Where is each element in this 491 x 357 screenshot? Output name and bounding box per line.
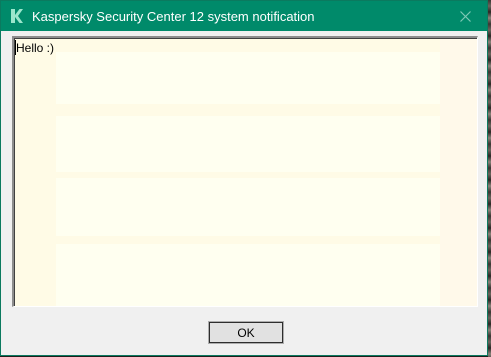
message-panel [56, 244, 440, 306]
message-text-area[interactable]: Hello :) [12, 36, 478, 307]
kaspersky-k-icon [10, 8, 24, 24]
close-button[interactable] [443, 1, 487, 31]
message-side-panel [440, 38, 477, 306]
message-panel [56, 178, 440, 236]
message-panel [56, 116, 440, 172]
message-panel [56, 52, 440, 104]
notification-dialog: Kaspersky Security Center 12 system noti… [0, 0, 488, 356]
ok-button[interactable]: OK [208, 321, 284, 344]
title-bar[interactable]: Kaspersky Security Center 12 system noti… [1, 1, 487, 31]
close-icon [459, 10, 471, 22]
message-text: Hello :) [16, 41, 55, 55]
window-title: Kaspersky Security Center 12 system noti… [32, 9, 315, 24]
